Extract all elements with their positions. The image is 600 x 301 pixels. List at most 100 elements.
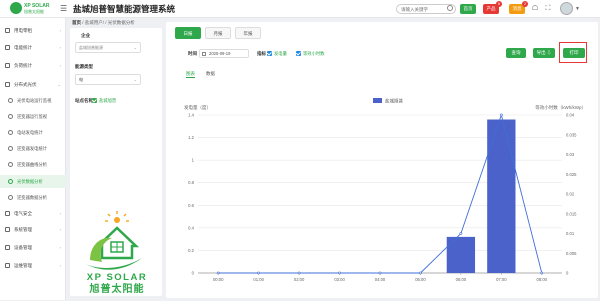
chart-ticks: 0 0.2 0.4 0.6 0.8 1 1.2 1.4 0 0.005 0.01 0.015 0.02 0… (188, 113, 577, 283)
avatar[interactable] (560, 2, 573, 15)
y-right-tick-label: 0.035 (566, 132, 577, 137)
bar[interactable] (446, 236, 476, 273)
query-button[interactable]: 查询 (506, 48, 526, 58)
chevron-down-icon[interactable]: ▼ (575, 6, 580, 12)
export-icon: ⇩ (546, 50, 552, 55)
y-right-tick-label: 0.04 (566, 113, 575, 118)
message-button[interactable]: 消息 2 (509, 1, 528, 14)
y-left-tick-label: 1.2 (188, 135, 194, 140)
line-point[interactable] (499, 113, 503, 117)
top-bar: XP SOLAR 旭普太阳能 ☰ 盐城旭普智慧能源管理系统 首页 产品 5 消息… (0, 0, 600, 18)
metric-hours-label[interactable]: 等效小时数 (303, 51, 324, 57)
sidebar-subitem-inverter-curve[interactable]: 逆变器曲线分析 (0, 158, 66, 171)
sidebar-subitem-pv-data-analysis[interactable]: 光伏数据分析 (0, 175, 66, 188)
export-button-label: 导出 (536, 50, 546, 55)
home-button[interactable]: 首页 (460, 4, 476, 14)
tab-yearly[interactable]: 年报 (235, 27, 261, 39)
sidebar-item-ops[interactable]: 运维管理 › (0, 259, 66, 272)
app-title: 盐城旭普智慧能源管理系统 (73, 4, 176, 14)
tab-yearly-label: 年报 (243, 31, 253, 36)
tab-monthly-label: 月报 (213, 31, 223, 36)
metric-generation-label[interactable]: 发电量 (274, 51, 287, 57)
y-axis-right-label: 等效小时数（kWh/kWp） (535, 104, 586, 111)
solar-icon (5, 82, 10, 87)
product-button-label: 产品 (486, 6, 496, 11)
sidebar-subitem-inverter-generation[interactable]: 逆变器发电统计 (0, 142, 66, 155)
y-axis-left-label: 发电量（度） (184, 104, 211, 111)
sidebar-item-label: 负荷统计 (14, 63, 32, 68)
sidebar-subitem-pv-station-monitor[interactable]: 光伏电站运行监视 (0, 94, 66, 107)
menu-toggle-icon[interactable]: ☰ (60, 4, 70, 13)
home-button-label: 首页 (463, 6, 473, 11)
x-tick-label: 02:00 (294, 277, 305, 282)
y-left-tick-label: 0 (192, 271, 195, 276)
sidebar-subitem-label: 逆变器运行监视 (17, 114, 48, 119)
xp-solar-logo-subtext: 旭普太阳能 (89, 282, 145, 295)
time-label: 时间 (188, 51, 197, 56)
station-checkbox[interactable] (92, 98, 97, 103)
sidebar-subitem-inverter-monitor[interactable]: 逆变器运行监视 (0, 110, 66, 123)
generation-icon (8, 130, 13, 135)
subtab-data[interactable]: 数据 (206, 71, 215, 77)
subtab-chart[interactable]: 图表 (186, 71, 195, 78)
sidebar-item-load-stats[interactable]: 负荷统计 › (0, 59, 66, 72)
curve-icon (8, 162, 13, 167)
sidebar-item-label: 系统管理 (14, 227, 32, 232)
message-badge: 2 (522, 1, 528, 7)
logo[interactable]: XP SOLAR 旭普太阳能 (10, 2, 50, 16)
sidebar-item-power[interactable]: 用电零租 › (0, 24, 66, 37)
energy-type-value: 电 (79, 77, 83, 82)
notification-icon[interactable]: ☖ (530, 4, 540, 14)
product-button[interactable]: 产品 5 (483, 1, 502, 14)
x-tick-label: 07:00 (496, 277, 507, 282)
chart-icon (5, 45, 10, 50)
export-button[interactable]: 导出 ⇩ (533, 48, 555, 58)
enterprise-select[interactable]: 盐城旭普能源 ⌄ (75, 42, 141, 53)
legend-swatch[interactable] (373, 98, 382, 103)
sidebar-item-device[interactable]: 设备管理 › (0, 241, 66, 254)
station-name[interactable]: 盐城旭普 (99, 98, 116, 104)
x-tick-label: 06:00 (456, 277, 467, 282)
chevron-down-icon: ⌄ (133, 45, 137, 50)
tab-monthly[interactable]: 月报 (205, 27, 231, 39)
tab-daily[interactable]: 日报 (175, 27, 201, 39)
sidebar-item-label: 电气安全 (14, 211, 32, 216)
sidebar-item-electrical-safety[interactable]: 电气安全 › (0, 207, 66, 220)
chevron-right-icon: › (59, 63, 61, 68)
system-icon (5, 227, 10, 232)
sidebar-item-label: 用电零租 (14, 28, 32, 33)
x-tick-label: 01:00 (253, 277, 264, 282)
enterprise-select-value: 盐城旭普能源 (79, 45, 103, 50)
sidebar-item-system[interactable]: 系统管理 › (0, 223, 66, 236)
chevron-right-icon: › (59, 28, 61, 33)
y-right-tick-label: 0.015 (566, 211, 577, 216)
y-left-tick-label: 0.4 (188, 225, 194, 230)
fullscreen-icon[interactable]: ⛶ (543, 4, 553, 14)
sidebar-item-energy-stats[interactable]: 电能统计 › (0, 41, 66, 54)
xp-solar-logo-text: XP SOLAR (87, 272, 147, 283)
metric-generation-checkbox[interactable] (267, 51, 272, 56)
energy-type-label: 能源类型 (75, 64, 93, 69)
bar[interactable] (487, 119, 516, 273)
message-button-label: 消息 (512, 6, 522, 11)
chart-bars (446, 119, 516, 273)
breadcrumb-home[interactable]: 首页 (72, 20, 81, 25)
sidebar-subitem-inverter-data-analysis[interactable]: 逆变器数据分析 (0, 191, 66, 204)
search-icon[interactable] (447, 5, 453, 11)
line-point[interactable] (459, 232, 463, 235)
sidebar-item-pv[interactable]: 分布式光伏 ⌄ (0, 78, 66, 91)
ops-icon (5, 263, 10, 268)
energy-type-select[interactable]: 电 ⌄ (75, 74, 141, 85)
chevron-right-icon: › (59, 211, 61, 216)
sidebar-subitem-label: 逆变器曲线分析 (17, 162, 48, 167)
sidebar-subitem-station-generation[interactable]: 电站发电统计 (0, 126, 66, 139)
inverter-stats-icon (8, 146, 13, 151)
chevron-right-icon: › (59, 245, 61, 250)
metric-hours-checkbox[interactable] (296, 51, 301, 56)
legend-label[interactable]: 盐城旭普 (385, 98, 403, 105)
chevron-right-icon: › (59, 227, 61, 232)
sidebar-subitem-label: 逆变器发电统计 (17, 146, 48, 151)
x-tick-label: 04:00 (375, 277, 386, 282)
y-right-tick-label: 0.01 (566, 231, 575, 236)
date-picker[interactable]: 2025-09-19 (199, 49, 249, 58)
